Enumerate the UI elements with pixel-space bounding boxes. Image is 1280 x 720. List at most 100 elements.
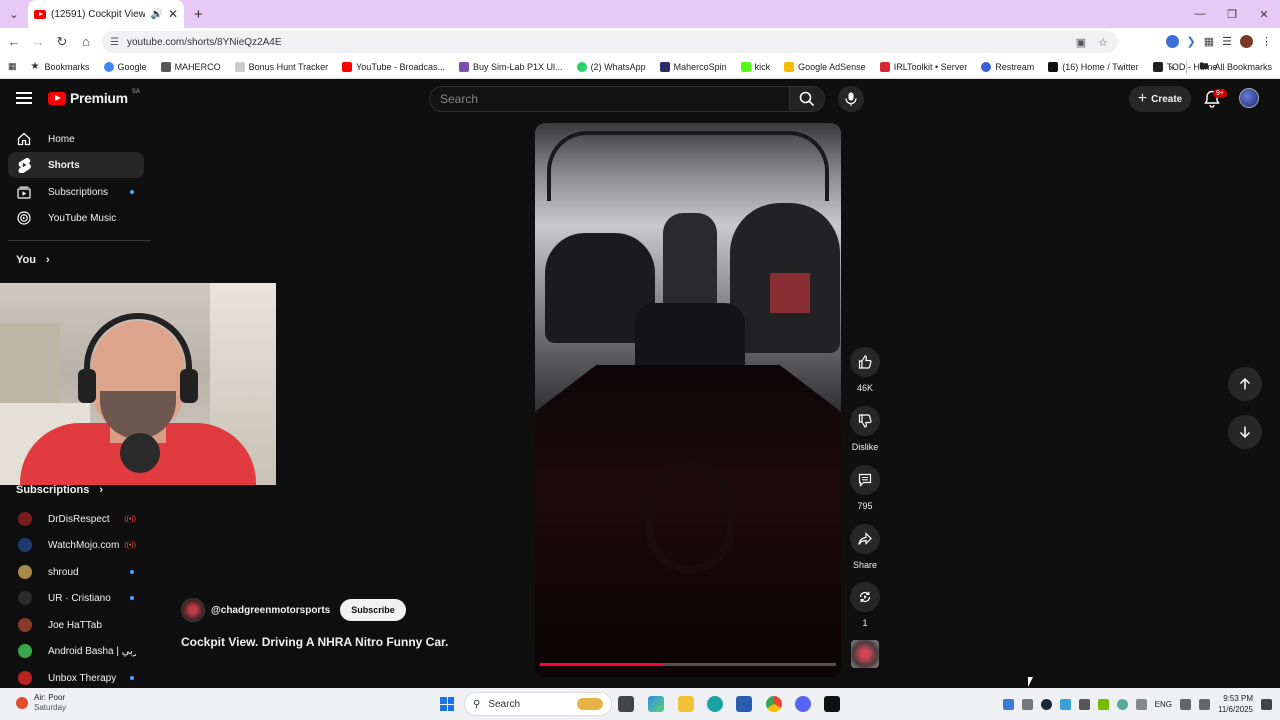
new-tab-button[interactable]: + <box>194 6 203 23</box>
sidebar-item-shorts[interactable]: Shorts <box>8 152 144 178</box>
comments-button[interactable] <box>850 465 880 495</box>
tray-app-icon[interactable] <box>1021 698 1033 710</box>
all-bookmarks-link[interactable]: All Bookmarks <box>1214 62 1272 72</box>
subscription-item[interactable]: Joe HaTTab <box>8 612 144 638</box>
apps-grid-icon[interactable]: ▦ <box>0 61 24 72</box>
site-info-icon[interactable]: ☰ <box>110 37 119 48</box>
account-avatar[interactable] <box>1239 88 1259 108</box>
media-controls-icon[interactable]: ☰ <box>1222 35 1232 48</box>
audio-playing-icon[interactable]: 🔊 <box>150 9 162 20</box>
previous-short-button[interactable] <box>1228 367 1262 401</box>
subscription-item[interactable]: UR · Cristiano <box>8 585 144 611</box>
bookmark-item[interactable]: ★ Bookmarks <box>24 61 97 72</box>
subscriptions-section-link[interactable]: Subscriptions › <box>16 484 103 496</box>
notifications-tray-icon[interactable] <box>1261 698 1272 710</box>
tray-app-icon[interactable] <box>1116 698 1128 710</box>
subscription-item[interactable]: Android Basha | بالعربي <box>8 638 144 664</box>
taskbar-search[interactable]: ⚲ Search <box>464 692 612 716</box>
discord-icon[interactable] <box>795 696 811 712</box>
bookmark-item[interactable]: (16) Home / Twitter <box>1041 61 1145 72</box>
share-button[interactable] <box>850 524 880 554</box>
channel-avatar <box>18 618 32 632</box>
home-icon <box>16 132 32 146</box>
bookmark-item[interactable]: Restream <box>974 61 1041 72</box>
network-icon[interactable] <box>1180 698 1191 710</box>
more-bookmarks-icon[interactable]: » <box>1169 62 1174 72</box>
subscription-item[interactable]: DrDisRespect ((•)) <box>8 506 144 532</box>
bookmark-item[interactable]: Google <box>97 61 154 72</box>
browser-tab[interactable]: (12591) Cockpit View. Drivi 🔊 ✕ <box>28 0 184 28</box>
edge-icon[interactable] <box>707 696 723 712</box>
remix-action: 1 <box>849 582 881 628</box>
url-bar[interactable]: ☰ youtube.com/shorts/8YNieQz2A4E ▣ ☆ <box>102 31 1118 53</box>
search-input[interactable]: Search <box>429 86 790 112</box>
remix-button[interactable] <box>850 582 880 612</box>
store-icon[interactable] <box>736 696 752 712</box>
dislike-button[interactable] <box>850 406 880 436</box>
start-button[interactable] <box>440 697 454 711</box>
subscribe-button[interactable]: Subscribe <box>340 599 406 621</box>
tray-app-icon[interactable] <box>1078 698 1090 710</box>
short-video-player[interactable] <box>535 123 841 677</box>
search-button[interactable] <box>789 86 825 112</box>
close-window-icon[interactable]: ✕ <box>1248 0 1280 28</box>
bookmark-item[interactable]: (2) WhatsApp <box>570 61 653 72</box>
sidebar-item-subscriptions[interactable]: Subscriptions <box>8 179 144 205</box>
sound-thumbnail[interactable] <box>851 640 879 668</box>
video-progress-bar[interactable] <box>540 663 836 666</box>
mouse-cursor-icon <box>1028 677 1033 687</box>
bookmark-item[interactable]: MahercoSpin <box>653 61 734 72</box>
sidebar-item-home[interactable]: Home <box>8 126 144 152</box>
bookmark-item[interactable]: MAHERCO <box>154 61 228 72</box>
subscription-item[interactable]: shroud <box>8 559 144 585</box>
bookmark-item[interactable]: IRLToolkit • Server <box>873 61 975 72</box>
file-explorer-icon[interactable] <box>678 696 694 712</box>
extensions-puzzle-icon[interactable]: ▦ <box>1204 35 1214 48</box>
create-button[interactable]: + Create <box>1129 86 1191 112</box>
subscription-item[interactable]: WatchMojo.com ((•)) <box>8 532 144 558</box>
youtube-premium-logo[interactable]: Premium SA <box>48 89 140 106</box>
browser-menu-icon[interactable]: ⋮ <box>1261 35 1272 48</box>
menu-icon[interactable] <box>16 92 32 104</box>
maximize-icon[interactable]: ❐ <box>1216 0 1248 28</box>
next-short-button[interactable] <box>1228 415 1262 449</box>
you-section-link[interactable]: You › <box>16 254 50 266</box>
copilot-icon[interactable] <box>648 696 664 712</box>
clock[interactable]: 9:53 PM 11/6/2025 <box>1218 693 1253 715</box>
forward-icon[interactable]: → <box>26 34 50 49</box>
nvidia-icon[interactable] <box>1097 698 1109 710</box>
bf-app-icon[interactable] <box>824 696 840 712</box>
sidebar-item-youtube-music[interactable]: YouTube Music <box>8 205 144 231</box>
like-button[interactable] <box>850 347 880 377</box>
tray-app-icon[interactable] <box>1059 698 1071 710</box>
bookmark-item[interactable]: YouTube - Broadcas... <box>335 61 452 72</box>
bookmark-item[interactable]: Bonus Hunt Tracker <box>228 61 336 72</box>
bookmark-item[interactable]: Google AdSense <box>777 61 873 72</box>
bookmark-star-icon[interactable]: ☆ <box>1098 36 1108 49</box>
microphone-tray-icon[interactable] <box>1135 698 1147 710</box>
close-tab-icon[interactable]: ✕ <box>168 7 178 21</box>
extension-icon[interactable] <box>1165 35 1179 48</box>
language-indicator[interactable]: ENG <box>1155 700 1172 709</box>
voice-search-button[interactable] <box>838 86 864 112</box>
home-page-icon[interactable]: ⌂ <box>74 34 98 49</box>
reload-icon[interactable]: ↻ <box>50 34 74 50</box>
chrome-icon[interactable] <box>766 696 782 712</box>
profile-avatar[interactable] <box>1240 35 1253 48</box>
steam-icon[interactable] <box>1040 698 1052 710</box>
task-view-icon[interactable] <box>618 696 634 712</box>
subscriptions-icon <box>16 185 32 199</box>
weather-widget[interactable]: Air: Poor Saturday <box>16 693 66 713</box>
tab-search-icon[interactable]: ⌄ <box>2 4 26 24</box>
bookmark-item[interactable]: kick <box>734 61 778 72</box>
volume-icon[interactable] <box>1199 698 1210 710</box>
extension-audio-icon[interactable]: ❯ <box>1187 35 1196 48</box>
back-icon[interactable]: ← <box>2 34 26 49</box>
tray-app-icon[interactable] <box>1002 698 1014 710</box>
shorts-icon <box>16 157 32 173</box>
channel-avatar[interactable] <box>181 598 205 622</box>
minimize-icon[interactable]: — <box>1184 0 1216 28</box>
install-app-icon[interactable]: ▣ <box>1076 36 1086 49</box>
channel-handle[interactable]: @chadgreenmotorsports <box>211 605 330 616</box>
bookmark-item[interactable]: Buy Sim-Lab P1X Ul... <box>452 61 570 72</box>
